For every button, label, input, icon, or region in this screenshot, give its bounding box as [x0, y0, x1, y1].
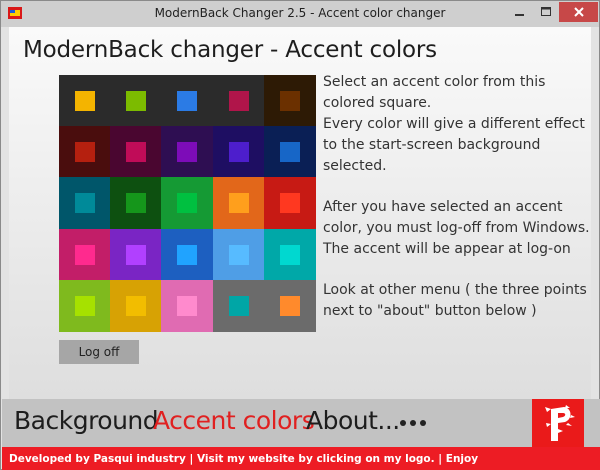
color-cell[interactable] [110, 177, 163, 230]
color-cell[interactable] [263, 126, 316, 179]
accent-color-swatch[interactable] [279, 142, 300, 163]
page-title: ModernBack changer - Accent colors [23, 37, 437, 63]
accent-color-swatch[interactable] [126, 244, 147, 265]
nav-accent-colors[interactable]: Accent colors [153, 406, 315, 435]
text-line: selected. [323, 158, 387, 174]
maximize-icon [541, 7, 551, 16]
bottom-nav-bar: Background Accent colors About... [2, 399, 600, 447]
color-cell[interactable] [161, 75, 214, 127]
color-cell[interactable] [212, 75, 265, 127]
color-cell[interactable] [59, 126, 111, 179]
text-line: Select an accent color from this [323, 74, 546, 90]
color-cell[interactable] [212, 228, 265, 281]
color-cell[interactable] [110, 126, 163, 179]
title-bar[interactable]: ModernBack Changer 2.5 - Accent color ch… [1, 1, 599, 27]
color-cell[interactable] [110, 75, 163, 127]
text-line: Every color will give a different effect [323, 116, 585, 132]
text-line: Look at other menu ( the three points [323, 282, 587, 298]
accent-color-swatch[interactable] [279, 193, 300, 214]
accent-color-swatch[interactable] [177, 244, 198, 265]
color-cell[interactable] [212, 279, 265, 332]
accent-color-swatch[interactable] [75, 244, 95, 265]
accent-color-swatch[interactable] [126, 193, 147, 214]
logoff-button[interactable]: Log off [59, 340, 139, 364]
maximize-button[interactable] [533, 2, 559, 22]
accent-color-swatch[interactable] [228, 91, 249, 111]
text-line: to the start-screen background [323, 137, 541, 153]
color-cell[interactable] [161, 126, 214, 179]
accent-color-swatch[interactable] [228, 193, 249, 214]
app-window: ModernBack Changer 2.5 - Accent color ch… [0, 0, 600, 470]
nav-background[interactable]: Background [14, 406, 159, 435]
accent-color-swatch[interactable] [228, 295, 249, 316]
accent-color-swatch[interactable] [228, 142, 249, 163]
nav-about[interactable]: About... [306, 406, 400, 435]
accent-color-swatch[interactable] [75, 295, 95, 316]
accent-color-grid [59, 75, 316, 332]
color-cell[interactable] [161, 177, 214, 230]
color-cell[interactable] [59, 75, 111, 127]
color-cell[interactable] [59, 177, 111, 230]
instructions-select: Select an accent color from this colored… [323, 72, 585, 177]
instructions-logoff: After you have selected an accent color,… [323, 197, 590, 260]
accent-color-swatch[interactable] [75, 193, 95, 214]
accent-color-swatch[interactable] [279, 244, 300, 265]
color-cell[interactable] [161, 228, 214, 281]
color-cell[interactable] [212, 177, 265, 230]
footer-bar: Developed by Pasqui industry | Visit my … [2, 447, 600, 470]
color-cell[interactable] [212, 126, 265, 179]
accent-color-swatch[interactable] [177, 142, 198, 163]
accent-color-swatch[interactable] [126, 91, 147, 111]
color-cell[interactable] [161, 279, 214, 332]
color-cell[interactable] [263, 228, 316, 281]
color-cell[interactable] [110, 228, 163, 281]
close-button[interactable] [559, 2, 598, 22]
color-cell[interactable] [263, 177, 316, 230]
color-cell[interactable] [263, 75, 316, 127]
color-cell[interactable] [59, 228, 111, 281]
pasqui-logo-icon[interactable] [532, 399, 584, 447]
close-icon [573, 7, 584, 17]
text-line: next to "about" button below ) [323, 303, 537, 319]
text-line: After you have selected an accent [323, 199, 563, 215]
accent-color-swatch[interactable] [279, 91, 300, 111]
logo-graphic [545, 405, 575, 441]
instructions-menu: Look at other menu ( the three points ne… [323, 280, 587, 322]
text-line: The accent will be appear at log-on [323, 241, 571, 257]
main-content: ModernBack changer - Accent colors Selec… [9, 27, 591, 399]
color-cell[interactable] [263, 279, 316, 332]
accent-color-swatch[interactable] [279, 295, 300, 316]
minimize-button[interactable] [507, 2, 533, 22]
accent-color-swatch[interactable] [177, 193, 198, 214]
color-cell[interactable] [59, 279, 111, 332]
accent-color-swatch[interactable] [228, 244, 249, 265]
accent-color-swatch[interactable] [177, 295, 198, 316]
more-dots-icon[interactable] [400, 420, 426, 426]
accent-color-swatch[interactable] [75, 142, 95, 163]
accent-color-swatch[interactable] [75, 91, 95, 111]
text-line: colored square. [323, 95, 432, 111]
minimize-icon [515, 14, 524, 16]
accent-color-swatch[interactable] [126, 295, 147, 316]
accent-color-swatch[interactable] [126, 142, 147, 163]
text-line: color, you must log-off from Windows. [323, 220, 590, 236]
accent-color-swatch[interactable] [177, 91, 198, 111]
color-cell[interactable] [110, 279, 163, 332]
